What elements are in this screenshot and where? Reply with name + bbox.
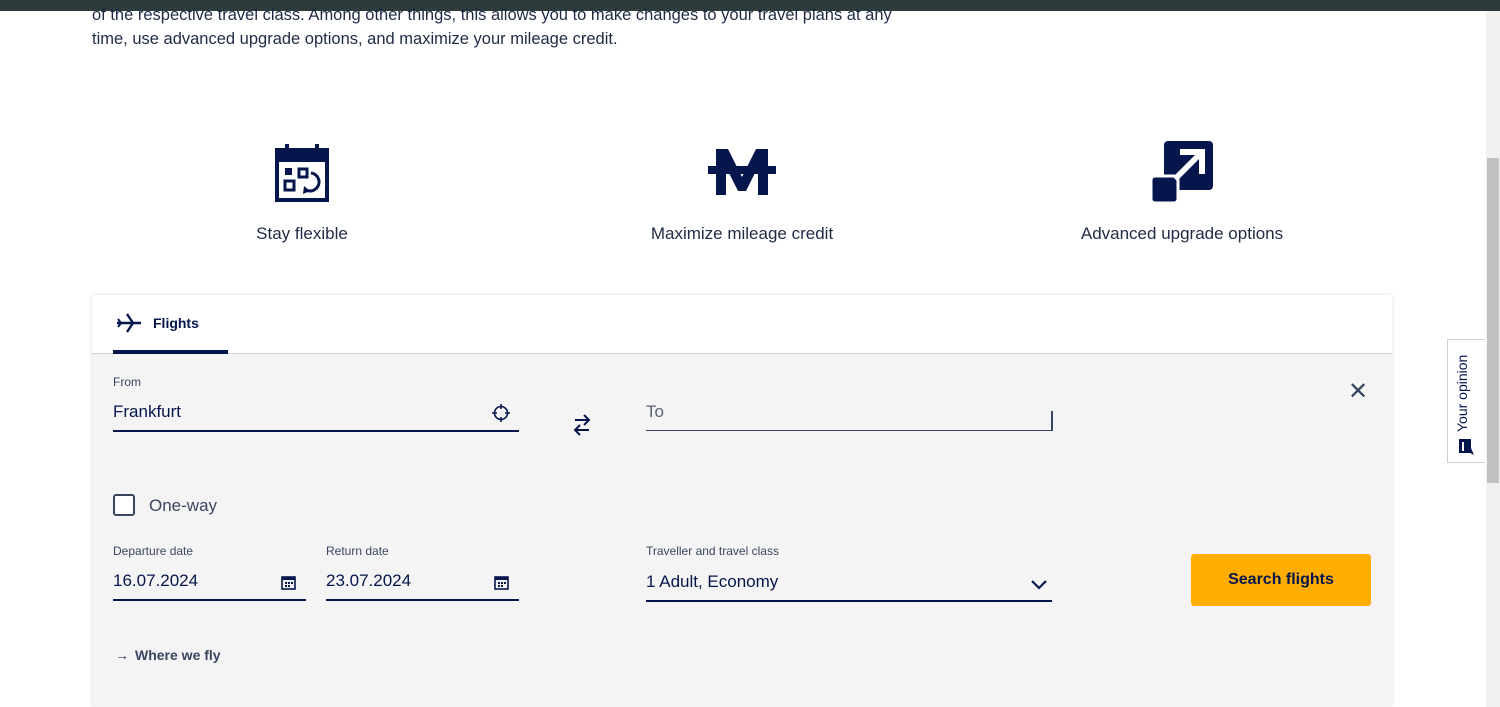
return-date-field[interactable]: Return date 23.07.2024 [326,544,519,602]
traveller-class-select[interactable]: Traveller and travel class 1 Adult, Econ… [646,544,1052,602]
traveller-label: Traveller and travel class [646,544,779,558]
flight-booking-panel: Flights From Frankfurt To ✕ One-way Depa… [92,295,1392,707]
oneway-checkbox[interactable] [113,494,135,516]
arrow-right-icon: → [115,647,129,663]
intro-text: of the respective travel class. Among ot… [92,3,972,51]
benefit-label: Advanced upgrade options [1080,224,1284,243]
from-field[interactable]: From Frankfurt [113,375,519,433]
booking-tabs: Flights [92,295,1392,354]
oneway-label[interactable]: One-way [149,496,217,516]
locate-icon[interactable] [492,404,510,427]
scrollbar-thumb[interactable] [1487,158,1499,483]
return-label: Return date [326,544,389,558]
intro-text-line-2: time, use advanced upgrade options, and … [92,30,618,48]
departure-underline [113,599,306,601]
calendar-flex-icon [152,138,452,206]
intro-text-line-1: of the respective travel class. Among ot… [92,6,892,24]
where-we-fly-link[interactable]: → Where we fly [115,647,221,663]
to-underline [646,430,1053,431]
departure-value[interactable]: 16.07.2024 [113,571,198,591]
departure-date-field[interactable]: Departure date 16.07.2024 [113,544,306,602]
tab-flights[interactable]: Flights [113,295,228,354]
close-icon[interactable]: ✕ [1348,377,1368,406]
departure-label: Departure date [113,544,194,558]
benefit-stay-flexible: Stay flexible [152,138,452,244]
where-we-fly-label: Where we fly [135,647,221,663]
to-text-cursor [1051,411,1053,431]
benefit-label: Stay flexible [256,224,348,243]
return-value[interactable]: 23.07.2024 [326,571,411,591]
swap-icon[interactable] [572,411,592,444]
feedback-label: Your opinion [1454,354,1470,432]
upgrade-arrow-icon [1032,138,1332,206]
tab-active-indicator [113,350,228,354]
benefit-upgrade-options: Advanced upgrade options [1032,138,1332,244]
calendar-icon[interactable] [494,575,509,595]
miles-m-icon [592,138,892,206]
airplane-icon [116,312,142,339]
from-underline [113,430,519,432]
return-underline [326,599,519,601]
from-label: From [113,375,141,389]
traveller-underline [646,600,1052,602]
search-flights-button[interactable]: Search flights [1191,554,1371,606]
feedback-icon [1458,438,1474,461]
from-value[interactable]: Frankfurt [113,402,181,422]
to-field[interactable]: To [646,375,1053,433]
benefit-label: Maximize mileage credit [650,224,834,243]
benefit-maximize-mileage: Maximize mileage credit [592,138,892,244]
feedback-tab[interactable]: Your opinion [1447,339,1485,463]
tab-flights-label: Flights [153,315,199,331]
chevron-down-icon[interactable] [1031,577,1047,595]
traveller-value[interactable]: 1 Adult, Economy [646,572,778,592]
calendar-icon[interactable] [281,575,296,595]
to-placeholder[interactable]: To [646,402,664,422]
